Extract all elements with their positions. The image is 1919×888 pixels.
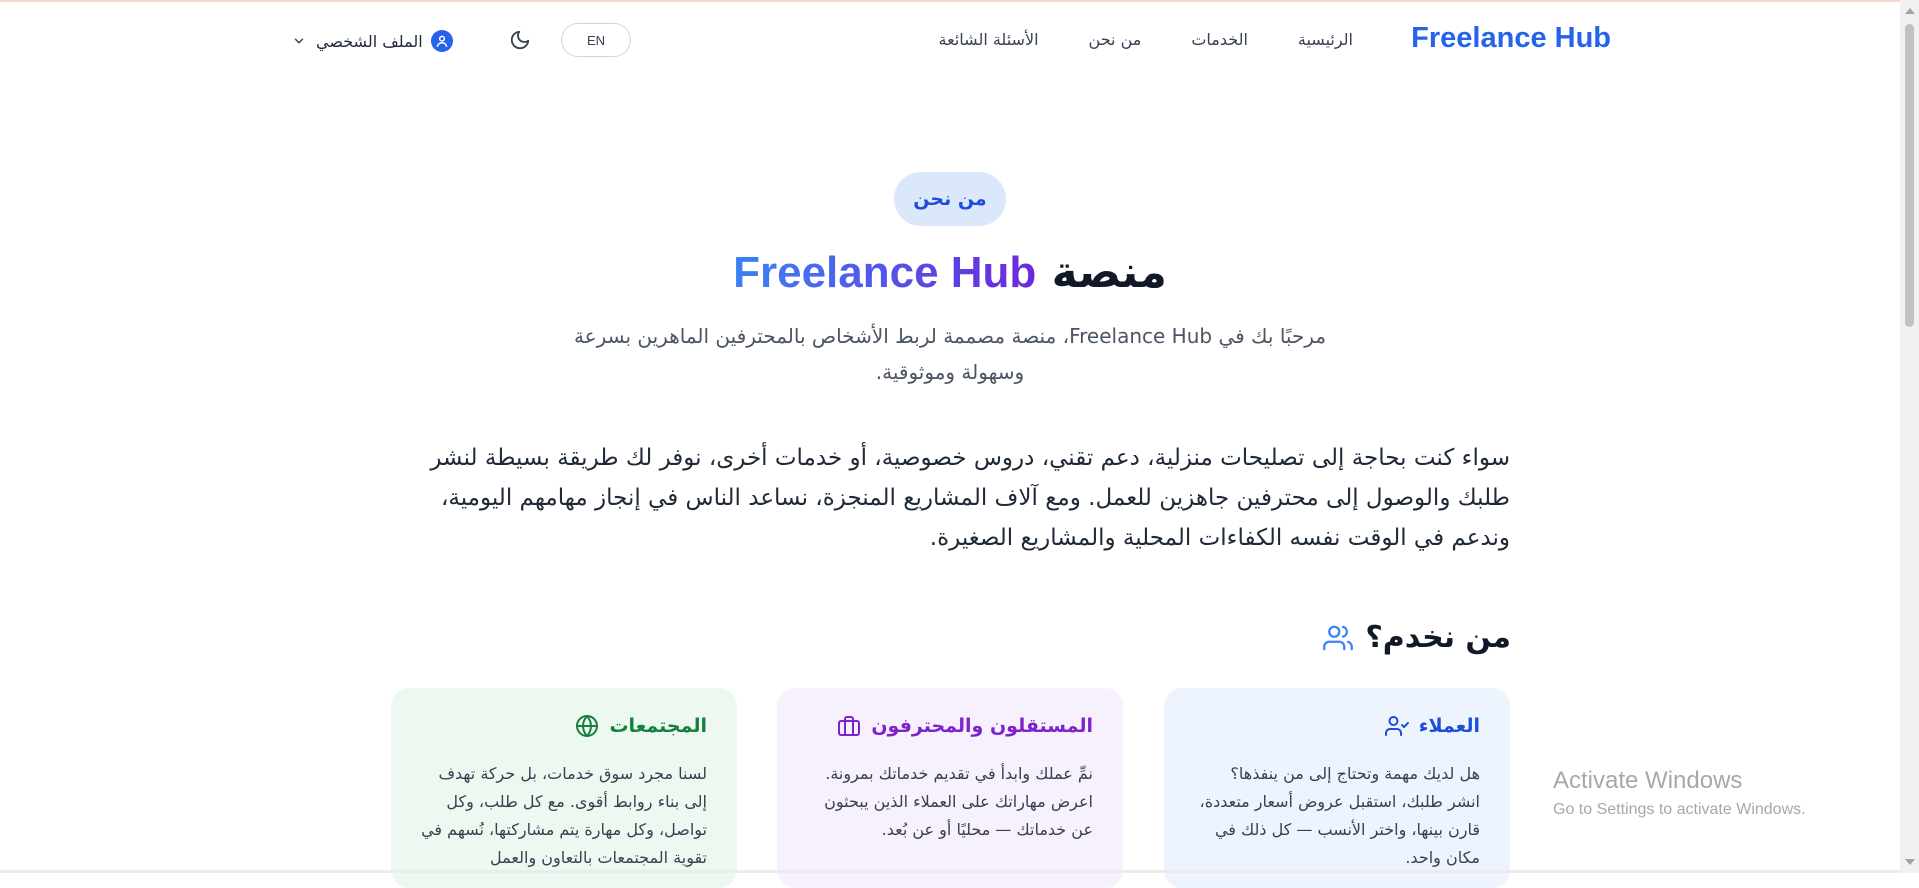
card-text: نمِّ عملك وابدأ في تقديم خدماتك بمرونة. … <box>824 764 1093 839</box>
card-freelancers: المستقلون والمحترفون نمِّ عملك وابدأ في … <box>777 688 1123 888</box>
intro-paragraph: سواء كنت بحاجة إلى تصليحات منزلية، دعم ت… <box>430 445 1510 551</box>
vertical-scrollbar[interactable] <box>1900 0 1919 873</box>
nav-services[interactable]: الخدمات <box>1191 30 1248 49</box>
scroll-down-arrow-icon[interactable] <box>1905 859 1915 865</box>
user-check-icon <box>1384 716 1409 736</box>
briefcase-icon <box>838 716 861 736</box>
scrollbar-thumb[interactable] <box>1905 24 1914 327</box>
chevron-down-icon <box>294 38 304 44</box>
watermark-subtitle: Go to Settings to activate Windows. <box>1553 801 1806 818</box>
who-we-serve-heading: من نخدم؟ <box>1323 620 1511 655</box>
hero-subtitle: مرحبًا بك في Freelance Hub، منصة مصممة ل… <box>573 324 1327 384</box>
top-navbar: Freelance Hub الرئيسية الخدمات من نحن ال… <box>0 2 1900 78</box>
section-badge: من نحن <box>894 172 1006 226</box>
main-nav: الرئيسية الخدمات من نحن الأسئلة الشائعة <box>939 30 1353 49</box>
scroll-up-arrow-icon[interactable] <box>1905 8 1915 14</box>
card-title: العملاء <box>1418 715 1480 737</box>
title-brand: Freelance Hub <box>733 248 1037 297</box>
card-title: المجتمعات <box>609 715 707 737</box>
profile-menu[interactable]: الملف الشخصي <box>292 28 453 54</box>
card-title: المستقلون والمحترفون <box>871 715 1093 737</box>
moon-icon[interactable] <box>509 29 531 51</box>
user-avatar-icon <box>430 30 453 52</box>
globe-icon <box>576 715 599 737</box>
card-text: هل لديك مهمة وتحتاج إلى من ينفذها؟ انشر … <box>1199 764 1480 867</box>
page-title: منصة Freelance Hub <box>0 244 1900 302</box>
nav-home[interactable]: الرئيسية <box>1298 30 1353 49</box>
card-text: لسنا مجرد سوق خدمات، بل حركة تهدف إلى بن… <box>421 764 707 867</box>
brand-logo[interactable]: Freelance Hub <box>1411 22 1611 55</box>
card-communities: المجتمعات لسنا مجرد سوق خدمات، بل حركة ت… <box>391 688 737 888</box>
nav-faq[interactable]: الأسئلة الشائعة <box>939 30 1039 49</box>
section-heading-text: من نخدم؟ <box>1365 620 1511 655</box>
language-toggle-button[interactable]: EN <box>561 23 631 57</box>
windows-activation-watermark: Activate Windows Go to Settings to activ… <box>1553 767 1806 819</box>
watermark-title: Activate Windows <box>1553 767 1743 794</box>
nav-about[interactable]: من نحن <box>1089 30 1142 49</box>
profile-label: الملف الشخصي <box>316 31 423 51</box>
card-clients: العملاء هل لديك مهمة وتحتاج إلى من ينفذه… <box>1164 688 1510 888</box>
title-word: منصة <box>1051 247 1167 298</box>
users-icon <box>1323 625 1354 650</box>
